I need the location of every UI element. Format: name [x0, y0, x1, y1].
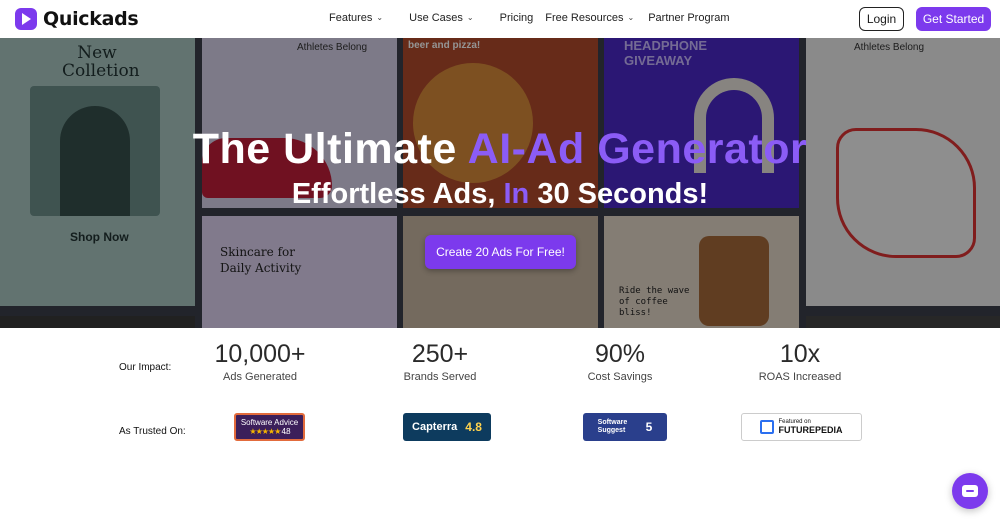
badge-rating: 5	[645, 420, 653, 434]
chevron-down-icon: ⌄	[466, 12, 474, 22]
top-nav: Quickads Features ⌄ Use Cases ⌄ Pricing …	[0, 0, 1000, 38]
menu-features[interactable]: Features ⌄	[329, 12, 383, 24]
menu-pricing[interactable]: Pricing	[500, 12, 534, 24]
hero-section: New Colletion Shop Now Athletes Belong b…	[0, 38, 1000, 328]
stat-caption: ROAS Increased	[758, 371, 842, 383]
impact-label: Our Impact:	[119, 362, 172, 373]
menu-partner-program-label: Partner Program	[648, 12, 730, 24]
stat-brands-served: 250+ Brands Served	[360, 340, 520, 383]
badge-name: Software Advice	[240, 418, 299, 427]
badge-capterra[interactable]: Capterra 4.8	[403, 413, 491, 441]
create-ads-button[interactable]: Create 20 Ads For Free!	[425, 235, 576, 269]
badge-name: Software Suggest	[597, 419, 628, 434]
main-menu: Features ⌄ Use Cases ⌄ Pricing Free Reso…	[329, 12, 756, 24]
chat-icon	[962, 485, 978, 497]
hero-title-accent: AI-Ad Generator	[467, 125, 808, 173]
menu-use-cases-label: Use Cases	[409, 12, 463, 24]
stat-roas-increased: 10x ROAS Increased	[720, 340, 880, 383]
login-button[interactable]: Login	[859, 7, 904, 31]
brand-name: Quickads	[43, 8, 139, 30]
stat-caption: Brands Served	[403, 371, 477, 383]
hero-title: The Ultimate AI-Ad Generator	[0, 125, 1000, 174]
badge-rating: 4.8	[465, 420, 482, 434]
hero-subtitle-prefix: Effortless Ads,	[291, 178, 496, 210]
menu-features-label: Features	[329, 12, 373, 24]
badge-software-advice[interactable]: Software Advice ★★★★★ 4.8	[234, 413, 305, 441]
futurepedia-icon	[760, 420, 775, 434]
chat-widget-button[interactable]	[952, 473, 988, 509]
stat-value: 90%	[594, 340, 646, 368]
badge-rating: 4.8	[281, 427, 290, 436]
badge-software-suggest[interactable]: Software Suggest 5	[583, 413, 667, 441]
stat-value: 10x	[779, 340, 821, 368]
badge-name: FUTUREPEDIA	[778, 425, 843, 435]
chevron-down-icon: ⌄	[627, 12, 635, 22]
menu-free-resources-label: Free Resources	[545, 12, 624, 24]
menu-pricing-label: Pricing	[499, 12, 534, 24]
star-rating-icon: ★★★★★ 4.8	[249, 427, 290, 436]
get-started-button[interactable]: Get Started	[916, 7, 991, 31]
hero-subtitle-suffix: 30 Seconds!	[537, 178, 709, 210]
hero-subtitle-accent: In	[503, 178, 530, 210]
badge-futurepedia[interactable]: Featured on FUTUREPEDIA	[741, 413, 862, 441]
badge-text: Featured on FUTUREPEDIA	[778, 419, 842, 435]
stat-value: 10,000+	[214, 340, 306, 368]
menu-use-cases[interactable]: Use Cases ⌄	[409, 12, 474, 24]
trusted-label: As Trusted On:	[119, 426, 186, 437]
hero-title-prefix: The Ultimate	[192, 125, 457, 173]
brand-logo[interactable]: Quickads	[15, 8, 139, 30]
stat-cost-savings: 90% Cost Savings	[540, 340, 700, 383]
logo-icon	[15, 8, 37, 30]
stat-ads-generated: 10,000+ Ads Generated	[180, 340, 340, 383]
chevron-down-icon: ⌄	[376, 12, 384, 22]
badge-name: Capterra	[412, 421, 458, 433]
stat-caption: Ads Generated	[223, 371, 297, 383]
menu-partner-program[interactable]: Partner Program	[648, 12, 729, 24]
stat-value: 250+	[411, 340, 469, 368]
stat-caption: Cost Savings	[587, 371, 653, 383]
menu-free-resources[interactable]: Free Resources ⌄	[545, 12, 634, 24]
hero-subtitle: Effortless Ads, In 30 Seconds!	[0, 178, 1000, 211]
